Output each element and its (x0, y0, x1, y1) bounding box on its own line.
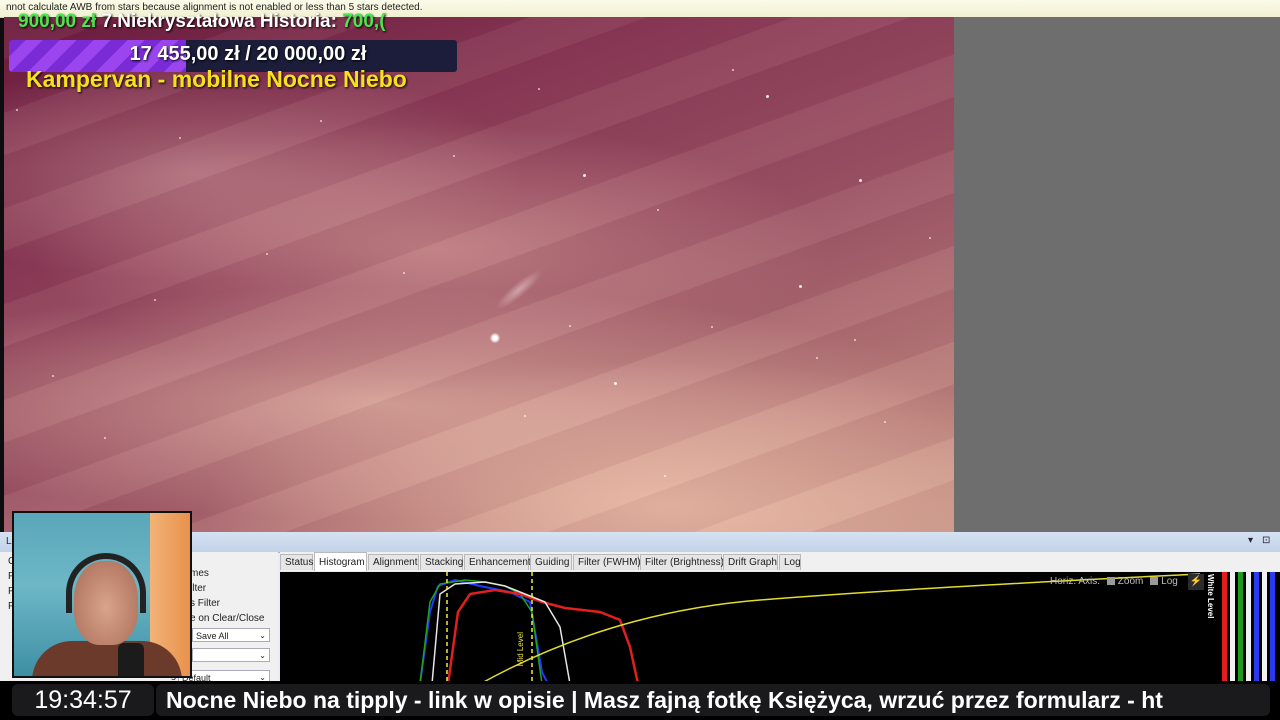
stream-clock: 19:34:57 (12, 684, 154, 716)
option-save-on-clear[interactable]: e on Clear/Close (190, 613, 264, 624)
option-stars-filter[interactable]: s Filter (190, 598, 220, 609)
donation-ticker: 900,00 zł 7.Niekryształowa Historia: 700… (18, 11, 386, 33)
star (799, 285, 802, 288)
log-checkbox[interactable] (1150, 577, 1159, 585)
star (320, 120, 322, 122)
star (732, 69, 734, 71)
histogram-plot[interactable]: Mid Level Horiz. Axis: Zoom Log ⚡ (280, 572, 1206, 684)
lightning-icon: ⚡ (1189, 576, 1203, 587)
mid-level-label: Mid Level (516, 632, 525, 667)
chevron-down-icon: ⌄ (259, 651, 266, 660)
star (403, 272, 405, 274)
star (664, 475, 666, 477)
channel-level-panel: White Level (1206, 572, 1280, 684)
star (52, 375, 54, 377)
histogram-axis-options: Horiz. Axis: Zoom Log (1050, 576, 1178, 587)
comet-tail (491, 265, 547, 315)
star (766, 95, 769, 98)
donation-amount-left: 900,00 zł (18, 11, 97, 32)
star (711, 326, 713, 328)
save-mode-value: Save All (196, 631, 229, 641)
tab-stacking[interactable]: Stacking (420, 554, 463, 570)
window-menu-button[interactable]: ▾ (1248, 535, 1253, 546)
donation-progress-text: 17 455,00 zł / 20 000,00 zł (129, 43, 367, 65)
chevron-down-icon: ⌄ (259, 631, 266, 640)
blue-level-bar[interactable] (1270, 572, 1275, 684)
save-mode-select[interactable]: Save All ⌄ (192, 628, 270, 642)
ticker-box: Nocne Niebo na tipply - link w opisie | … (156, 684, 1270, 716)
star (453, 155, 455, 157)
star (16, 109, 18, 111)
star (583, 174, 586, 177)
star (154, 299, 156, 301)
headset-icon (66, 553, 146, 613)
tab-status[interactable]: Status (280, 554, 313, 570)
red-channel-curve (446, 588, 640, 684)
blue-level-bar[interactable] (1254, 572, 1259, 684)
white-level-label: White Level (1206, 574, 1215, 619)
green-level-bar[interactable] (1238, 572, 1243, 684)
tab-log[interactable]: Log (779, 554, 801, 570)
donation-amount-right: 700,( (342, 11, 386, 32)
streamer-webcam (12, 511, 192, 678)
star (104, 437, 106, 439)
tab-strip: Status Histogram Alignment Stacking Enha… (280, 552, 1280, 571)
empty-preview-area (954, 17, 1280, 532)
white-level-bar[interactable] (1246, 572, 1251, 684)
star (614, 382, 617, 385)
star (569, 325, 571, 327)
luminance-curve (431, 581, 571, 684)
tab-filter-fwhm[interactable]: Filter (FWHM) (573, 554, 641, 570)
star (266, 253, 268, 255)
tab-drift-graph[interactable]: Drift Graph (723, 554, 778, 570)
star (929, 237, 931, 239)
option-filter[interactable]: ilter (190, 583, 206, 594)
zoom-checkbox[interactable] (1106, 577, 1115, 585)
star (524, 415, 526, 417)
tab-enhancement[interactable]: Enhancement (464, 554, 531, 570)
donation-title: 7.Niekryształowa Historia: (101, 11, 337, 32)
tab-histogram[interactable]: Histogram (314, 552, 367, 571)
sky-image-preview (4, 17, 954, 532)
star (859, 179, 862, 182)
tab-filter-brightness[interactable]: Filter (Brightness) (640, 554, 724, 570)
red-level-bar[interactable] (1222, 572, 1227, 684)
ticker-text: Nocne Niebo na tipply - link w opisie | … (166, 687, 1163, 713)
histogram-curves (419, 572, 1201, 684)
stacking-app-window: Li ▾ ⊡ C F F F mes ilter s Filter e on C… (0, 532, 1280, 684)
tab-alignment[interactable]: Alignment (368, 554, 419, 570)
star (657, 209, 659, 211)
tab-guiding[interactable]: Guiding (530, 554, 572, 570)
star (816, 357, 818, 359)
star (854, 339, 856, 341)
comet-head (490, 333, 500, 343)
log-label: Log (1161, 576, 1178, 587)
microphone-icon (118, 643, 144, 676)
option-frames[interactable]: mes (190, 568, 209, 579)
donation-goal-title: Kampervan - mobilne Nocne Niebo (26, 66, 407, 92)
star (538, 88, 540, 90)
app-titlebar: Li ▾ ⊡ (0, 532, 1280, 553)
auto-stretch-button[interactable]: ⚡ (1188, 574, 1204, 590)
star (884, 421, 886, 423)
white-level-bar[interactable] (1230, 572, 1235, 684)
webcam-person-shirt (32, 641, 182, 676)
zoom-label: Zoom (1117, 576, 1144, 587)
window-restore-button[interactable]: ⊡ (1262, 535, 1270, 546)
stretch-curve (479, 573, 1201, 684)
horiz-axis-label: Horiz. Axis: (1050, 576, 1101, 587)
secondary-select[interactable]: ⌄ (192, 648, 270, 662)
white-level-bar[interactable] (1262, 572, 1267, 684)
star (179, 137, 181, 139)
